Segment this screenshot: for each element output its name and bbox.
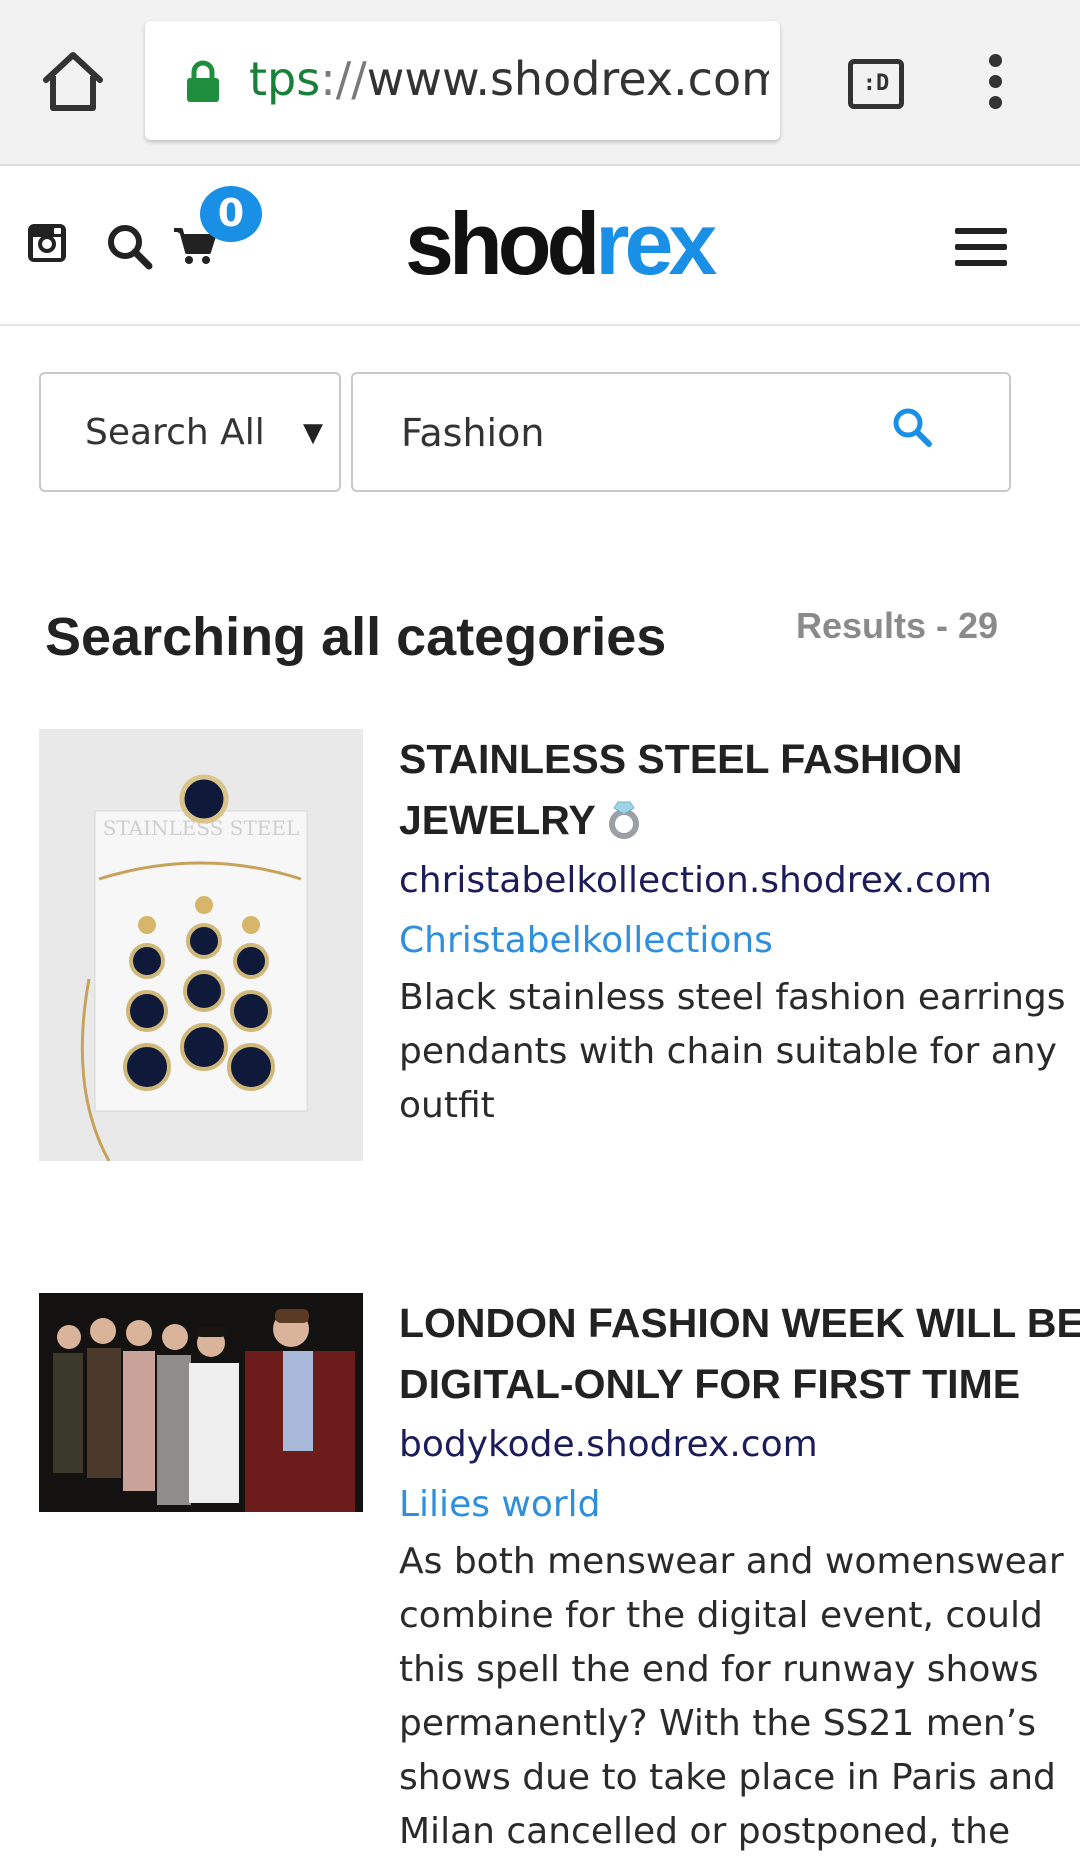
search-icon[interactable]	[105, 222, 153, 270]
logo-text-accent: rex	[595, 194, 717, 293]
result-item[interactable]: LONDON FASHION WEEK WILL BE DIGITAL-ONLY…	[39, 1293, 1080, 1853]
results-count: Results - 29	[796, 605, 999, 646]
site-logo[interactable]: shodrex	[405, 194, 725, 294]
url-text: tps://www.shodrex.com	[249, 51, 769, 107]
result-description: Black stainless steel fashion earrings p…	[399, 977, 1066, 1126]
article-image-runway[interactable]	[39, 1293, 363, 1512]
cart-count-badge[interactable]: 0	[200, 186, 262, 242]
hamburger-menu-icon[interactable]	[955, 228, 1009, 268]
search-input[interactable]: Fashion	[351, 372, 1011, 492]
result-body: LONDON FASHION WEEK WILL BE DIGITAL-ONLY…	[399, 1293, 1080, 1859]
result-title[interactable]: LONDON FASHION WEEK WILL BE DIGITAL-ONLY…	[399, 1293, 1080, 1415]
lock-icon	[187, 60, 219, 102]
result-domain-link[interactable]: christabelkollection.shodrex.com	[399, 851, 1080, 911]
result-body: STAINLESS STEEL FASHION JEWELRY christab…	[399, 729, 1080, 1133]
result-title[interactable]: STAINLESS STEEL FASHION JEWELRY	[399, 729, 1080, 851]
home-icon[interactable]	[40, 48, 106, 114]
result-domain-link[interactable]: bodykode.shodrex.com	[399, 1415, 1080, 1475]
search-submit-icon[interactable]	[891, 406, 933, 448]
dropdown-arrow-icon: ▼	[303, 418, 323, 448]
search-query-text: Fashion	[401, 411, 545, 455]
results-heading: Searching all categories	[45, 607, 667, 667]
url-separator: ://	[320, 52, 367, 106]
address-bar[interactable]: tps://www.shodrex.com	[145, 21, 780, 140]
result-item[interactable]: STAINLESS STEEL STAINLESS STEEL FASHION …	[39, 729, 1066, 1179]
url-host: www.shodrex.com	[366, 52, 769, 106]
site-header: 0 shodrex	[0, 166, 1080, 326]
product-image-jewelry[interactable]: STAINLESS STEEL	[39, 729, 363, 1161]
browser-menu-icon[interactable]	[980, 54, 1010, 112]
tab-switcher-button[interactable]: :D	[848, 59, 904, 109]
category-select-value: Search All	[85, 412, 265, 453]
logo-text-primary: shod	[405, 194, 600, 293]
category-select[interactable]: Search All ▼	[39, 372, 341, 492]
result-title-text: STAINLESS STEEL FASHION JEWELRY	[399, 736, 963, 843]
ring-icon	[608, 801, 639, 839]
url-scheme: tps	[249, 52, 321, 106]
result-store-link[interactable]: Lilies world	[399, 1475, 1080, 1535]
result-description: As both menswear and womenswear combine …	[399, 1541, 1064, 1852]
instagram-icon[interactable]	[26, 222, 68, 264]
browser-toolbar: tps://www.shodrex.com :D	[0, 0, 1080, 166]
result-store-link[interactable]: Christabelkollections	[399, 911, 1080, 971]
